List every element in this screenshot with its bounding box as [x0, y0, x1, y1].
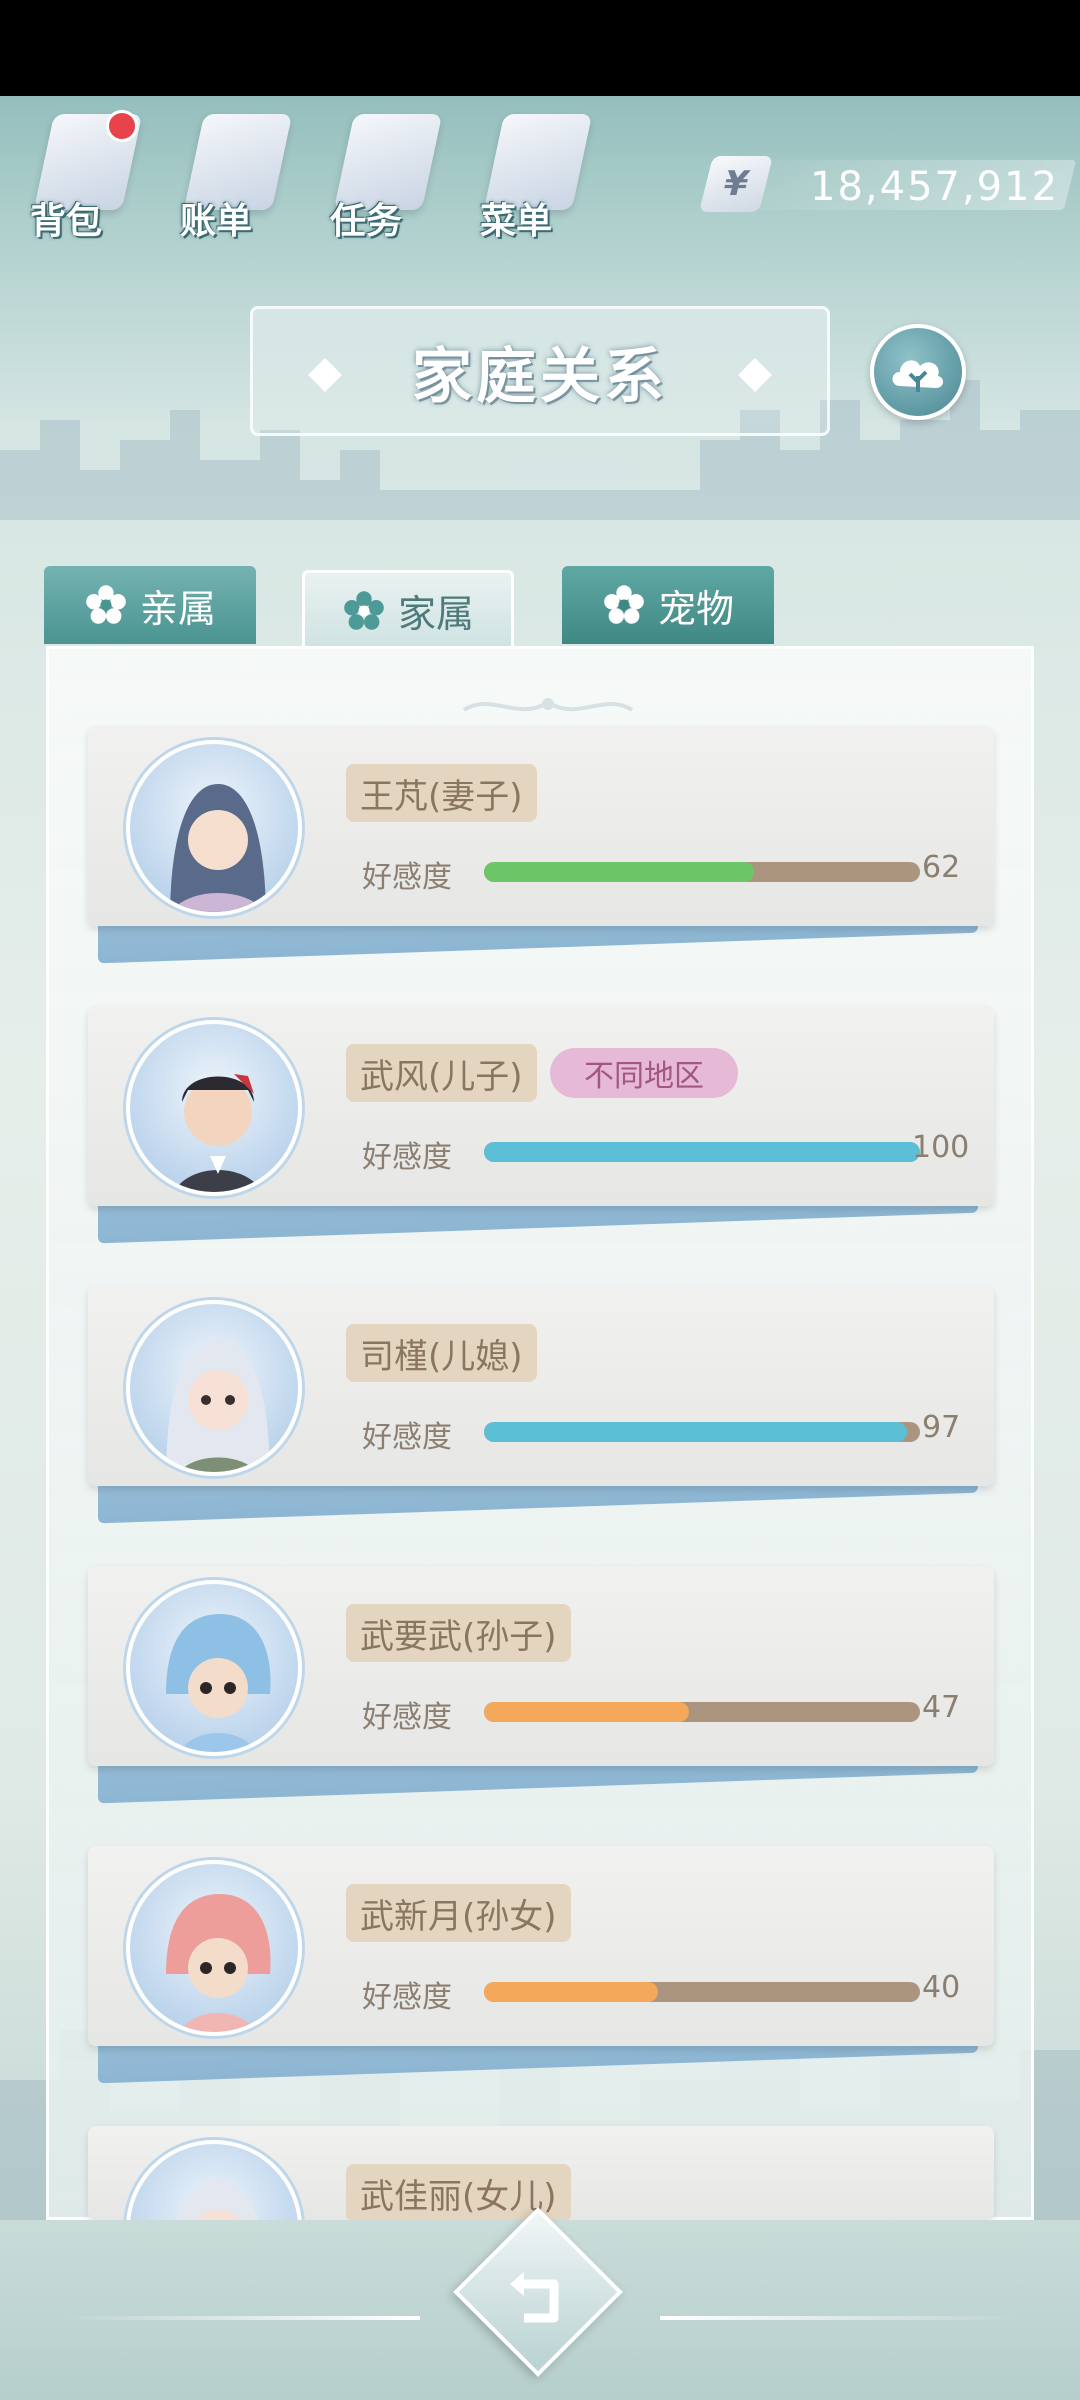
bag-button[interactable]: 背包: [24, 104, 144, 244]
task-label: 任务: [330, 201, 403, 242]
family-card[interactable]: 武要武(孙子) 好感度 47: [88, 1566, 994, 1804]
flower-icon: [344, 590, 384, 630]
tab-relatives-label: 亲属: [139, 586, 216, 631]
avatar: [126, 2140, 302, 2220]
member-name: 武要武(孙子): [346, 1604, 571, 1662]
tab-pets[interactable]: 宠物: [562, 566, 774, 644]
favor-bar: [484, 1142, 920, 1162]
tab-family[interactable]: 家属: [302, 570, 514, 648]
bill-label: 账单: [180, 201, 253, 242]
member-name: 司槿(儿媳): [346, 1324, 537, 1382]
card-front: 武佳丽(女儿): [88, 2126, 994, 2220]
tab-pets-label: 宠物: [657, 586, 734, 631]
task-button[interactable]: 任务: [324, 104, 444, 244]
favor-value: 100: [912, 1130, 970, 1165]
page-title: 家庭关系: [412, 341, 668, 412]
bill-button[interactable]: 账单: [174, 104, 294, 244]
card-front: 武要武(孙子) 好感度 47: [88, 1566, 994, 1766]
top-toolbar: 背包 账单 任务 菜单: [24, 104, 594, 244]
back-arrow-icon: [510, 2272, 559, 2323]
card-front: 武新月(孙女) 好感度 40: [88, 1846, 994, 2046]
favor-label: 好感度: [362, 1140, 452, 1175]
family-card[interactable]: 司槿(儿媳) 好感度 97: [88, 1286, 994, 1524]
family-tree-button[interactable]: [870, 324, 966, 420]
avatar: [126, 1860, 302, 2036]
favor-bar-fill: [484, 1702, 689, 1722]
favor-label: 好感度: [362, 1700, 452, 1735]
favor-bar-fill: [484, 1142, 920, 1162]
favor-bar-fill: [484, 862, 755, 882]
member-name: 武风(儿子): [346, 1044, 537, 1102]
menu-button[interactable]: 菜单: [474, 104, 594, 244]
favor-label: 好感度: [362, 1420, 452, 1455]
tab-family-label: 家属: [397, 592, 474, 636]
avatar: [126, 1580, 302, 1756]
family-card[interactable]: 武风(儿子) 不同地区 好感度 100: [88, 1006, 994, 1244]
bag-label: 背包: [30, 201, 103, 242]
currency-amount: 18,457,912: [810, 164, 1060, 210]
favor-bar-fill: [484, 1422, 907, 1442]
avatar: [126, 1020, 302, 1196]
flower-icon: [604, 585, 644, 624]
ornament-icon: [462, 698, 634, 712]
avatar: [126, 740, 302, 916]
favor-bar-fill: [484, 1982, 659, 2002]
status-bar: [0, 0, 1080, 96]
family-tree-icon: [892, 360, 944, 392]
card-front: 武风(儿子) 不同地区 好感度 100: [88, 1006, 994, 1206]
decorative-line: [60, 2316, 420, 2320]
favor-value: 40: [922, 1970, 961, 2005]
favor-value: 62: [922, 850, 961, 885]
favor-bar: [484, 1982, 920, 2002]
tab-relatives[interactable]: 亲属: [44, 566, 256, 644]
diamond-icon: [308, 358, 342, 392]
avatar: [126, 1300, 302, 1476]
member-name: 王芃(妻子): [346, 764, 537, 822]
decorative-line: [660, 2316, 1020, 2320]
favor-bar: [484, 1422, 920, 1442]
page-title-frame: 家庭关系: [250, 306, 830, 436]
card-front: 司槿(儿媳) 好感度 97: [88, 1286, 994, 1486]
flower-icon: [86, 585, 126, 624]
favor-bar: [484, 1702, 920, 1722]
favor-value: 47: [922, 1690, 961, 1725]
favor-value: 97: [922, 1410, 961, 1445]
favor-label: 好感度: [362, 860, 452, 895]
family-card[interactable]: 武新月(孙女) 好感度 40: [88, 1846, 994, 2084]
member-name: 武新月(孙女): [346, 1884, 571, 1942]
favor-label: 好感度: [362, 1980, 452, 2015]
family-card[interactable]: 王芃(妻子) 好感度 62: [88, 726, 994, 964]
menu-label: 菜单: [480, 201, 553, 242]
card-front: 王芃(妻子) 好感度 62: [88, 726, 994, 926]
notification-dot: [106, 110, 138, 142]
status-badge: 不同地区: [550, 1048, 738, 1098]
diamond-icon: [738, 358, 772, 392]
favor-bar: [484, 862, 920, 882]
